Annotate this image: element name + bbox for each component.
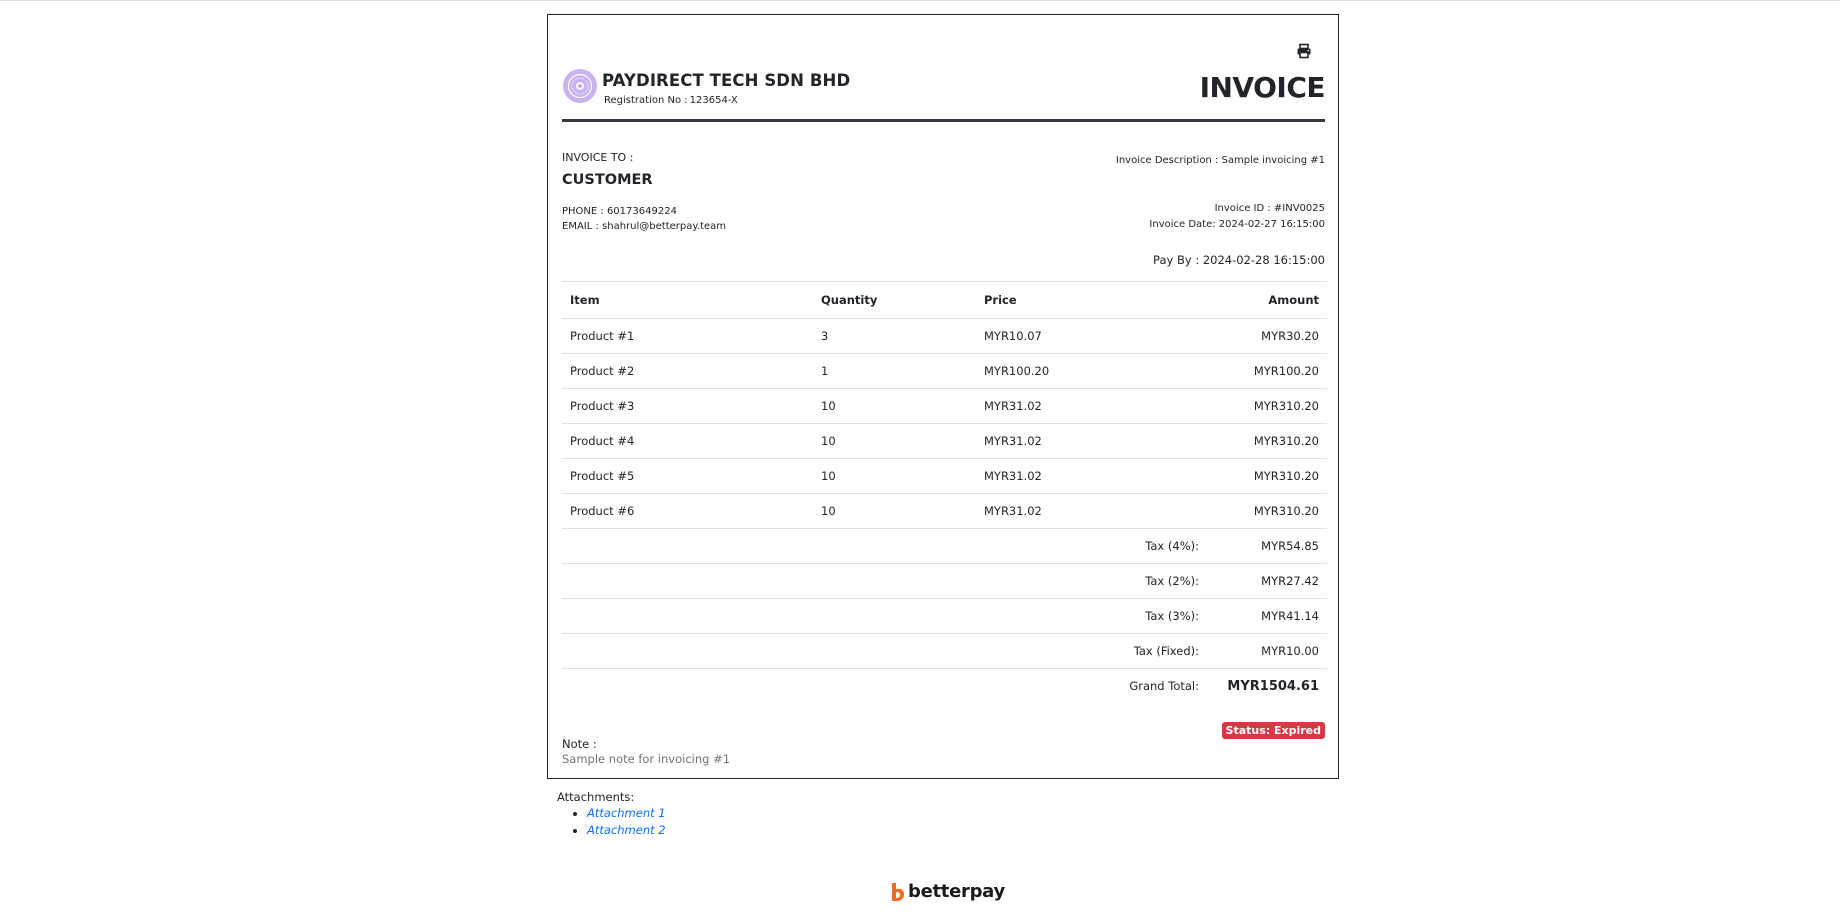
table-row: Product #6 10 MYR31.02 MYR310.20 xyxy=(562,493,1327,529)
tax-amount: MYR54.85 xyxy=(1207,528,1327,564)
tax-row: Tax (4%): MYR54.85 xyxy=(562,528,1327,564)
tax-row: Tax (Fixed): MYR10.00 xyxy=(562,633,1327,669)
header-quantity: Quantity xyxy=(813,281,976,319)
invoice-to-label: INVOICE TO : xyxy=(562,151,634,164)
quantity-cell: 10 xyxy=(813,458,976,494)
print-icon[interactable] xyxy=(1296,43,1312,59)
attachments-list: Attachment 1 Attachment 2 xyxy=(557,806,666,840)
footer-brand: betterpay xyxy=(890,881,1005,902)
customer-name: CUSTOMER xyxy=(562,172,653,188)
quantity-cell: 1 xyxy=(813,353,976,389)
amount-cell: MYR310.20 xyxy=(1207,493,1327,529)
item-cell: Product #2 xyxy=(562,353,813,389)
amount-cell: MYR100.20 xyxy=(1207,353,1327,389)
amount-cell: MYR310.20 xyxy=(1207,458,1327,494)
item-cell: Product #1 xyxy=(562,318,813,354)
registration-number: Registration No :123654-X xyxy=(602,95,738,106)
document-title: INVOICE xyxy=(1199,71,1326,104)
item-cell: Product #6 xyxy=(562,493,813,529)
price-cell: MYR31.02 xyxy=(976,423,1207,459)
note-label: Note : xyxy=(562,737,597,751)
item-cell: Product #3 xyxy=(562,388,813,424)
attachments-label: Attachments: xyxy=(557,790,635,804)
quantity-cell: 3 xyxy=(813,318,976,354)
registration-value: 123654-X xyxy=(689,95,738,106)
line-items-table: Item Quantity Price Amount Product #1 3 … xyxy=(562,281,1327,703)
grand-total-label: Grand Total: xyxy=(562,668,1207,703)
table-header-row: Item Quantity Price Amount xyxy=(562,281,1327,319)
header-price: Price xyxy=(976,281,1207,319)
attachments-section: Attachments: Attachment 1 Attachment 2 xyxy=(557,790,666,840)
item-cell: Product #4 xyxy=(562,423,813,459)
table-row: Product #2 1 MYR100.20 MYR100.20 xyxy=(562,353,1327,389)
customer-phone: PHONE : 60173649224 xyxy=(562,206,677,217)
customer-email: EMAIL : shahrul@betterpay.team xyxy=(562,221,726,232)
company-name: PAYDIRECT TECH SDN BHD xyxy=(602,71,851,90)
invoice-id: Invoice ID : #INV0025 xyxy=(1214,203,1325,214)
tax-label: Tax (Fixed): xyxy=(562,633,1207,669)
price-cell: MYR31.02 xyxy=(976,458,1207,494)
price-cell: MYR100.20 xyxy=(976,353,1207,389)
tax-row: Tax (3%): MYR41.14 xyxy=(562,598,1327,634)
price-cell: MYR10.07 xyxy=(976,318,1207,354)
note-text: Sample note for invoicing #1 xyxy=(562,752,731,766)
header-amount: Amount xyxy=(1207,281,1327,319)
amount-cell: MYR310.20 xyxy=(1207,423,1327,459)
brand-name: betterpay xyxy=(908,881,1005,902)
quantity-cell: 10 xyxy=(813,388,976,424)
tax-row: Tax (2%): MYR27.42 xyxy=(562,563,1327,599)
tax-label: Tax (4%): xyxy=(562,528,1207,564)
invoice-description: Invoice Description : Sample invoicing #… xyxy=(1115,155,1325,166)
registration-label: Registration No : xyxy=(604,95,688,106)
header-divider xyxy=(562,119,1325,122)
table-row: Product #4 10 MYR31.02 MYR310.20 xyxy=(562,423,1327,459)
attachment-link[interactable]: Attachment 2 xyxy=(587,823,666,837)
table-row: Product #1 3 MYR10.07 MYR30.20 xyxy=(562,318,1327,354)
grand-total-row: Grand Total: MYR1504.61 xyxy=(562,668,1327,703)
header-item: Item xyxy=(562,281,813,319)
amount-cell: MYR310.20 xyxy=(1207,388,1327,424)
tax-label: Tax (3%): xyxy=(562,598,1207,634)
attachment-item: Attachment 1 xyxy=(587,806,666,823)
tax-label: Tax (2%): xyxy=(562,563,1207,599)
top-border xyxy=(0,0,1840,1)
company-logo-icon xyxy=(563,69,597,103)
quantity-cell: 10 xyxy=(813,493,976,529)
invoice-date: Invoice Date: 2024-02-27 16:15:00 xyxy=(1149,219,1325,230)
table-row: Product #3 10 MYR31.02 MYR310.20 xyxy=(562,388,1327,424)
quantity-cell: 10 xyxy=(813,423,976,459)
invoice-card: PAYDIRECT TECH SDN BHD Registration No :… xyxy=(547,14,1339,779)
betterpay-logo-icon xyxy=(890,882,906,902)
status-badge: Status: Expired xyxy=(1221,722,1325,739)
attachment-link[interactable]: Attachment 1 xyxy=(587,806,666,820)
tax-amount: MYR27.42 xyxy=(1207,563,1327,599)
tax-amount: MYR41.14 xyxy=(1207,598,1327,634)
item-cell: Product #5 xyxy=(562,458,813,494)
pay-by-date: Pay By : 2024-02-28 16:15:00 xyxy=(1153,253,1325,267)
amount-cell: MYR30.20 xyxy=(1207,318,1327,354)
attachment-item: Attachment 2 xyxy=(587,823,666,840)
grand-total-amount: MYR1504.61 xyxy=(1207,668,1327,703)
price-cell: MYR31.02 xyxy=(976,493,1207,529)
tax-amount: MYR10.00 xyxy=(1207,633,1327,669)
price-cell: MYR31.02 xyxy=(976,388,1207,424)
table-row: Product #5 10 MYR31.02 MYR310.20 xyxy=(562,458,1327,494)
